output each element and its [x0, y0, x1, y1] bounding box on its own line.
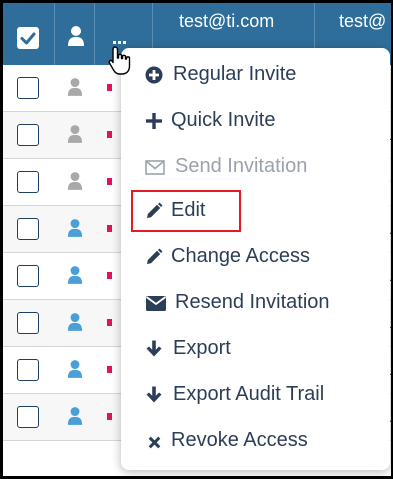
hand-cursor-icon — [108, 46, 131, 75]
user-icon — [67, 313, 83, 331]
user-icon — [68, 26, 84, 46]
row-checkbox[interactable] — [17, 406, 39, 428]
menu-label-quick-invite: Quick Invite — [171, 109, 276, 131]
row-action-marker[interactable] — [107, 366, 112, 373]
menu-item-send-invitation: Send Invitation — [121, 144, 390, 190]
menu-label-change-access: Change Access — [171, 245, 310, 267]
menu-item-change-access[interactable]: Change Access — [121, 234, 390, 280]
row-checkbox[interactable] — [17, 218, 39, 240]
user-icon — [67, 266, 83, 284]
header-user-cell — [55, 3, 95, 65]
user-icon — [67, 360, 83, 378]
row-action-marker[interactable] — [107, 225, 112, 232]
plus-circle-icon — [145, 66, 163, 84]
checkmark-icon — [20, 32, 36, 45]
row-checkbox[interactable] — [17, 265, 39, 287]
row-checkbox[interactable] — [17, 171, 39, 193]
menu-item-revoke-access[interactable]: Revoke Access — [121, 418, 390, 464]
envelope-icon — [145, 296, 167, 311]
menu-label-resend-invitation: Resend Invitation — [175, 291, 330, 313]
plus-icon — [146, 113, 162, 129]
row-checkbox[interactable] — [17, 359, 39, 381]
menu-item-regular-invite[interactable]: Regular Invite — [121, 52, 390, 98]
times-icon — [148, 436, 161, 449]
row-checkbox[interactable] — [17, 77, 39, 99]
menu-item-quick-invite[interactable]: Quick Invite — [121, 98, 390, 144]
row-checkbox[interactable] — [17, 124, 39, 146]
pencil-icon — [147, 202, 163, 218]
row-action-marker[interactable] — [107, 319, 112, 326]
menu-label-regular-invite: Regular Invite — [173, 63, 297, 85]
arrow-down-icon — [146, 340, 162, 357]
menu-label-export-audit-trail: Export Audit Trail — [173, 383, 325, 405]
menu-label-edit: Edit — [171, 199, 206, 221]
menu-item-resend-invitation[interactable]: Resend Invitation — [121, 280, 390, 326]
user-icon — [67, 219, 83, 237]
user-icon — [67, 125, 83, 143]
row-action-marker[interactable] — [107, 413, 112, 420]
menu-label-export: Export — [173, 337, 231, 359]
user-icon — [67, 172, 83, 190]
select-all-checkbox[interactable] — [17, 27, 39, 49]
header-email-text: test@ti.com — [179, 11, 275, 31]
header-select-cell — [3, 3, 55, 65]
arrow-down-icon — [146, 386, 162, 403]
actions-dropdown-menu: Regular Invite Quick Invite Send Invitat… — [121, 48, 390, 470]
user-icon — [67, 78, 83, 96]
screenshot-frame: test@ti.com test@ taeaaaaa Regular Invit… — [0, 0, 393, 479]
menu-item-edit[interactable]: Edit — [121, 188, 390, 234]
row-checkbox[interactable] — [17, 312, 39, 334]
row-action-marker[interactable] — [107, 272, 112, 279]
row-action-marker[interactable] — [107, 84, 112, 91]
row-action-marker[interactable] — [107, 178, 112, 185]
envelope-outline-icon — [145, 160, 165, 175]
row-action-marker[interactable] — [107, 131, 112, 138]
pencil-icon — [147, 248, 163, 264]
menu-label-revoke-access: Revoke Access — [171, 429, 308, 451]
menu-item-export[interactable]: Export — [121, 326, 390, 372]
menu-item-export-audit-trail[interactable]: Export Audit Trail — [121, 372, 390, 418]
user-icon — [67, 407, 83, 425]
header-next-text: test@ — [339, 11, 387, 31]
menu-label-send-invitation: Send Invitation — [175, 155, 308, 177]
